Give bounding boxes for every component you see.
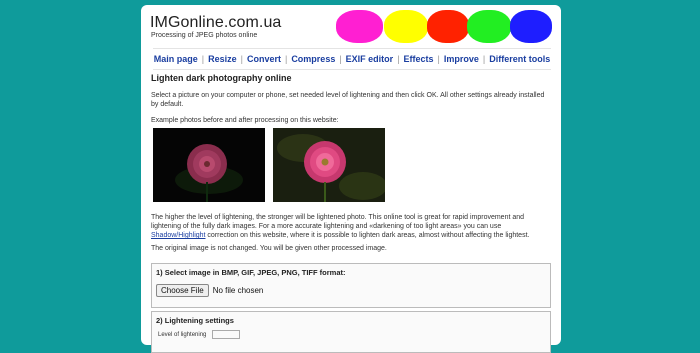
shadow-highlight-link[interactable]: Shadow/Highlight xyxy=(151,232,205,239)
nav-exif-editor[interactable]: EXIF editor xyxy=(346,54,394,64)
page-title: Lighten dark photography online xyxy=(151,73,292,83)
lightening-label: Level of lightening xyxy=(158,332,207,339)
nav-separator: | xyxy=(437,54,440,64)
example-label: Example photos before and after processi… xyxy=(151,117,339,124)
color-blob-blue xyxy=(510,10,552,43)
color-blob-magenta xyxy=(336,10,383,43)
example-photo-after xyxy=(273,128,385,202)
file-status: No file chosen xyxy=(212,286,264,295)
description-text: The higher the level of lightening, the … xyxy=(151,213,549,240)
nav-main-page[interactable]: Main page xyxy=(154,54,198,64)
nav-separator: | xyxy=(482,54,486,64)
nav-improve[interactable]: Improve xyxy=(444,54,479,64)
file-row: Choose File No file chosen xyxy=(156,284,550,297)
nav-different-tools[interactable]: Different tools xyxy=(489,54,550,64)
color-blob-green xyxy=(467,10,511,43)
nav-separator: | xyxy=(339,54,342,64)
nav-effects[interactable]: Effects xyxy=(404,54,434,64)
nav-convert[interactable]: Convert xyxy=(247,54,281,64)
nav-separator: | xyxy=(284,54,288,64)
main-nav: Main page | Resize | Convert | Compress … xyxy=(153,48,551,70)
example-photo-before xyxy=(153,128,265,202)
page-container: IMGonline.com.ua Processing of JPEG phot… xyxy=(141,5,561,353)
step1-box: 1) Select image in BMP, GIF, JPEG, PNG, … xyxy=(151,263,551,308)
description-part1: The higher the level of lightening, the … xyxy=(151,214,525,230)
color-blob-red xyxy=(427,10,469,43)
color-blob-yellow xyxy=(384,10,428,43)
nav-resize[interactable]: Resize xyxy=(208,54,237,64)
nav-separator: | xyxy=(397,54,400,64)
header: IMGonline.com.ua Processing of JPEG phot… xyxy=(141,5,561,45)
step2-title: 2) Lightening settings xyxy=(156,316,234,325)
nav-separator: | xyxy=(240,54,243,64)
original-note: The original image is not changed. You w… xyxy=(151,245,387,252)
site-subtitle: Processing of JPEG photos online xyxy=(151,32,258,39)
lightening-level-input[interactable] xyxy=(212,330,241,339)
description-part2: correction on this website, where it is … xyxy=(205,232,530,239)
site-logo[interactable]: IMGonline.com.ua xyxy=(150,14,281,32)
intro-text: Select a picture on your computer or pho… xyxy=(151,92,545,108)
step2-box: 2) Lightening settings Level of lighteni… xyxy=(151,311,551,353)
step1-title: 1) Select image in BMP, GIF, JPEG, PNG, … xyxy=(156,268,346,277)
lightening-row: Level of lightening xyxy=(158,330,550,339)
nav-compress[interactable]: Compress xyxy=(291,54,335,64)
nav-separator: | xyxy=(201,54,205,64)
choose-file-button[interactable]: Choose File xyxy=(156,284,209,297)
